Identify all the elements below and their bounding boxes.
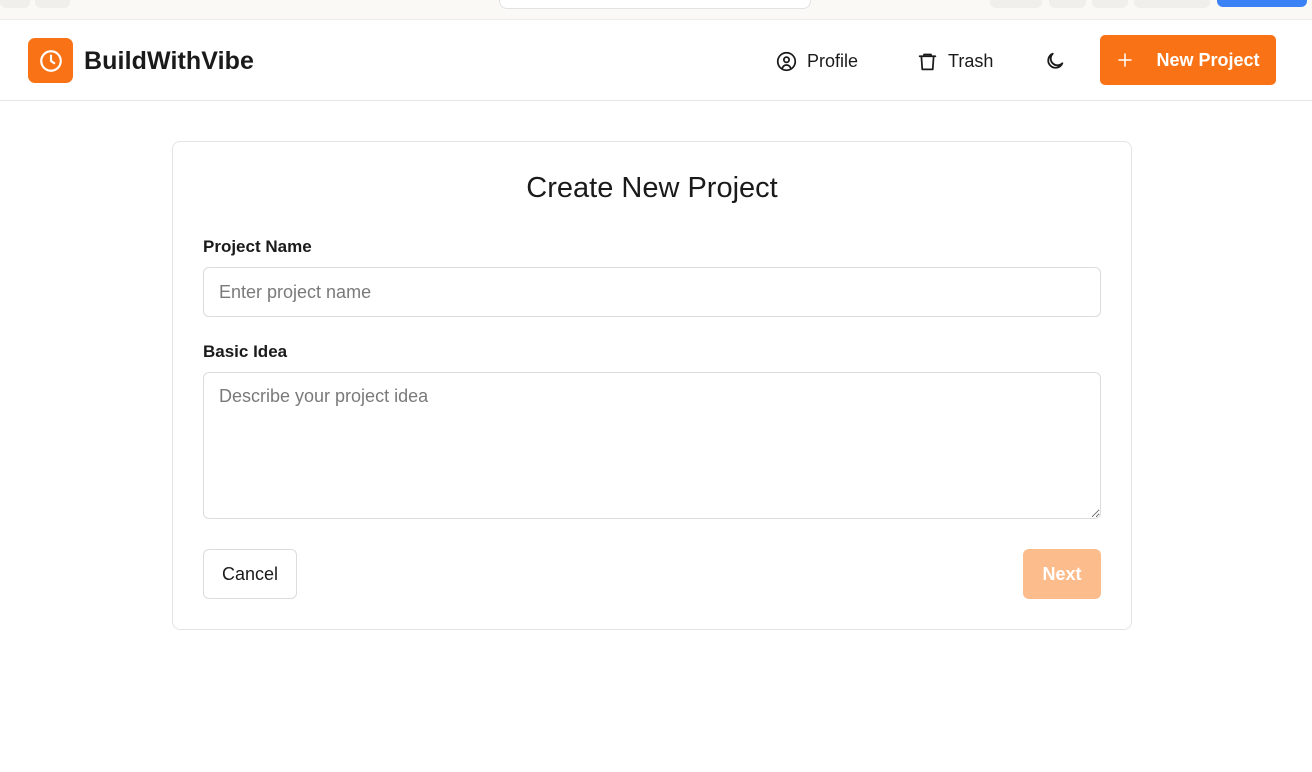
browser-tab-fragment[interactable] — [0, 0, 30, 8]
browser-action-button[interactable] — [1217, 0, 1307, 7]
browser-address-bar[interactable] — [499, 0, 811, 9]
nav-profile-label: Profile — [807, 50, 859, 71]
page-title: Create New Project — [526, 172, 778, 204]
browser-toolbar-fragment[interactable] — [1049, 0, 1086, 8]
trash-icon — [918, 53, 937, 70]
brand-name[interactable]: BuildWithVibe — [84, 47, 254, 76]
basic-idea-textarea[interactable] — [203, 372, 1101, 519]
plus-icon — [1118, 53, 1133, 67]
create-project-card: Create New Project Project Name Basic Id… — [172, 141, 1132, 630]
user-circle-icon — [776, 51, 797, 71]
next-button[interactable]: Next — [1023, 549, 1101, 599]
browser-tab-fragment[interactable] — [35, 0, 70, 8]
nav-trash-label: Trash — [948, 50, 994, 71]
moon-icon — [1047, 52, 1064, 69]
logo[interactable] — [28, 38, 73, 83]
clock-icon — [39, 49, 62, 72]
browser-toolbar-fragment[interactable] — [990, 0, 1042, 8]
basic-idea-label: Basic Idea — [203, 342, 288, 361]
nav-trash-link[interactable]: Trash — [917, 48, 993, 74]
theme-toggle-button[interactable] — [1044, 50, 1066, 72]
browser-toolbar-fragment[interactable] — [1092, 0, 1128, 8]
new-project-label: New Project — [1156, 49, 1260, 70]
browser-toolbar-fragment[interactable] — [1134, 0, 1210, 8]
new-project-button[interactable]: New Project — [1100, 35, 1276, 85]
cancel-button[interactable]: Cancel — [203, 549, 297, 599]
nav-profile-link[interactable]: Profile — [776, 48, 858, 74]
project-name-label: Project Name — [203, 237, 312, 256]
project-name-input[interactable] — [203, 267, 1101, 317]
app-header: BuildWithVibe Profile Trash New Project — [0, 20, 1312, 101]
browser-top-strip — [0, 0, 1312, 20]
